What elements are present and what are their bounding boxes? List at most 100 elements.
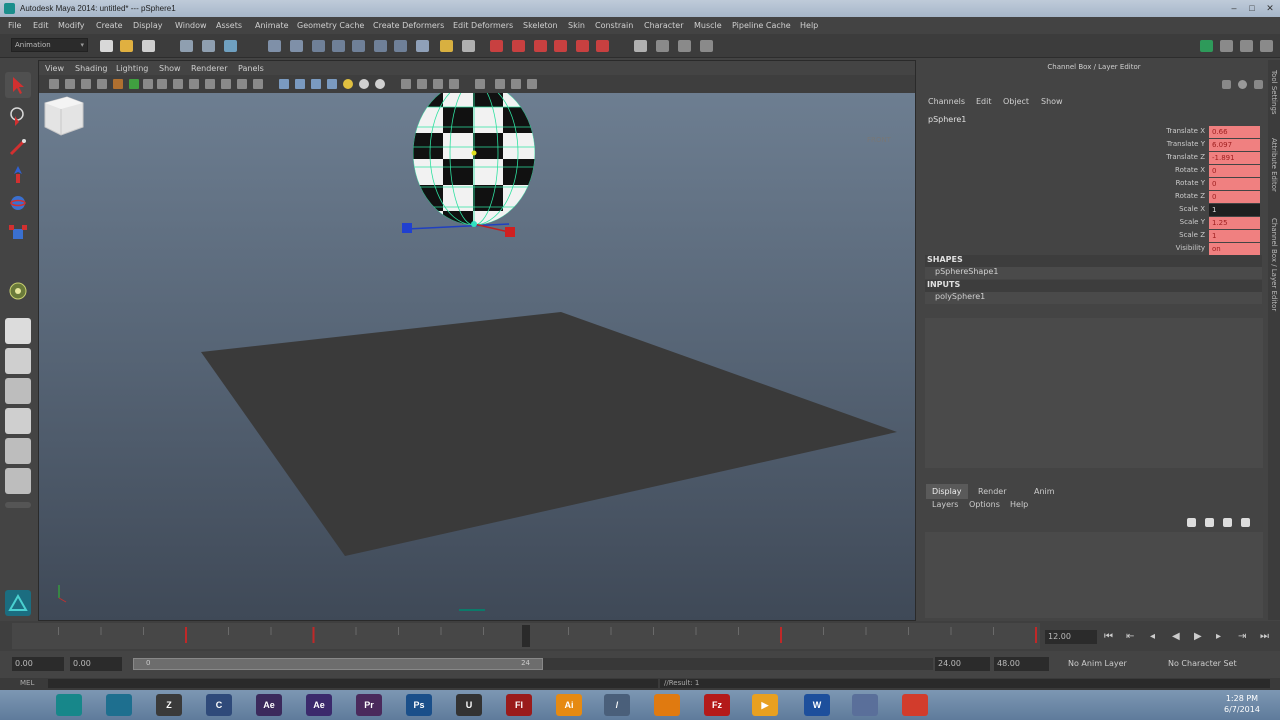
exposure-icon[interactable]	[495, 79, 505, 89]
attr-field-scale-z[interactable]: 1	[1209, 230, 1260, 242]
safe-action-icon[interactable]	[221, 79, 231, 89]
menu-create[interactable]: Create	[96, 21, 123, 30]
maximize-button[interactable]: □	[1244, 2, 1260, 14]
cb-menu-show[interactable]: Show	[1041, 97, 1063, 106]
attr-label-scale-x[interactable]: Scale X	[1102, 205, 1205, 213]
taskbar-photoshop-icon[interactable]: Ps	[406, 694, 432, 716]
select-hierarchy-icon[interactable]	[180, 40, 193, 52]
last-tool-icon[interactable]	[5, 278, 31, 304]
transform-manipulator[interactable]	[402, 221, 515, 237]
select-camera-icon[interactable]	[49, 79, 59, 89]
layer-menu-help[interactable]: Help	[1010, 500, 1028, 509]
side-tab-attribute-editor[interactable]: Attribute Editor	[1270, 138, 1278, 192]
ipr-render-icon[interactable]	[512, 40, 525, 52]
menu-constrain[interactable]: Constrain	[595, 21, 633, 30]
tool-settings-toggle-icon[interactable]	[1240, 40, 1253, 52]
render-settings-icon[interactable]	[534, 40, 547, 52]
four-pane-layout-icon[interactable]	[5, 348, 31, 374]
3d-viewport[interactable]: FRONT	[39, 93, 915, 620]
lasso-tool-icon[interactable]	[5, 104, 31, 130]
new-empty-layer-icon[interactable]	[1223, 518, 1232, 527]
taskbar-maya-2014-icon[interactable]	[106, 694, 132, 716]
taskbar-premiere-pro-icon[interactable]: Pr	[356, 694, 382, 716]
menu-pipeline-cache[interactable]: Pipeline Cache	[732, 21, 791, 30]
system-clock[interactable]: 1:28 PM 6/7/2014	[1224, 693, 1260, 715]
save-scene-icon[interactable]	[142, 40, 155, 52]
shadows-icon[interactable]	[359, 79, 369, 89]
panel-menu-shading[interactable]: Shading	[75, 64, 108, 73]
open-scene-icon[interactable]	[120, 40, 133, 52]
go-to-end-button[interactable]: ⏭	[1260, 631, 1269, 642]
cb-menu-edit[interactable]: Edit	[976, 97, 992, 106]
camera-pan-icon[interactable]	[253, 79, 263, 89]
gamma-icon[interactable]	[475, 79, 485, 89]
panel-menu-renderer[interactable]: Renderer	[191, 64, 228, 73]
layer-menu-options[interactable]: Options	[969, 500, 1000, 509]
channel-box-layer-icon[interactable]	[1238, 80, 1247, 89]
snap-curve-icon[interactable]	[290, 40, 303, 52]
menu-window[interactable]: Window	[175, 21, 207, 30]
taskbar-save-icon[interactable]	[852, 694, 878, 716]
snap-surface-icon[interactable]	[332, 40, 345, 52]
attr-field-rotate-z[interactable]: 0	[1209, 191, 1260, 203]
select-component-icon[interactable]	[224, 40, 237, 52]
keyframe-marker[interactable]	[780, 627, 782, 643]
taskbar-premiere-icon[interactable]: Ae	[306, 694, 332, 716]
shape-node-item[interactable]: pSphereShape1	[925, 267, 1262, 279]
hypershade-layout-icon[interactable]	[5, 468, 31, 494]
side-tab-channel-box[interactable]: Channel Box / Layer Editor	[1270, 218, 1278, 311]
attr-label-scale-z[interactable]: Scale Z	[1102, 231, 1205, 239]
taskbar-unity-icon[interactable]: U	[456, 694, 482, 716]
layer-editor-only-icon[interactable]	[1254, 80, 1263, 89]
bookmarks-icon[interactable]	[81, 79, 91, 89]
playback-end-field[interactable]: 24.00	[935, 657, 990, 671]
image-plane-icon[interactable]	[97, 79, 107, 89]
attr-field-visibility[interactable]: on	[1209, 243, 1260, 255]
taskbar-cinema-4d-icon[interactable]: C	[206, 694, 232, 716]
xray-icon[interactable]	[417, 79, 427, 89]
attr-label-rotate-x[interactable]: Rotate X	[1102, 166, 1205, 174]
menu-assets[interactable]: Assets	[216, 21, 242, 30]
mental-ray-icon[interactable]	[596, 40, 609, 52]
menu-edit-deformers[interactable]: Edit Deformers	[453, 21, 513, 30]
wireframe-on-shaded-icon[interactable]	[311, 79, 321, 89]
isolate-select-icon[interactable]	[401, 79, 411, 89]
menu-help[interactable]: Help	[800, 21, 818, 30]
command-input[interactable]	[48, 679, 658, 688]
close-button[interactable]: ✕	[1262, 2, 1278, 14]
menu-set-dropdown[interactable]: Animation ▾	[11, 38, 88, 52]
snap-point-icon[interactable]	[312, 40, 325, 52]
ground-plane[interactable]	[201, 312, 897, 556]
modeling-toolkit-tool-icon[interactable]	[5, 590, 31, 616]
cb-menu-channels[interactable]: Channels	[928, 97, 965, 106]
taskbar-word-icon[interactable]: W	[804, 694, 830, 716]
new-layer-from-selection-icon[interactable]	[1241, 518, 1250, 527]
panel-menu-lighting[interactable]: Lighting	[116, 64, 148, 73]
attr-field-translate-x[interactable]: 0.66	[1209, 126, 1260, 138]
time-track[interactable]	[12, 623, 1040, 649]
grid-icon[interactable]	[143, 79, 153, 89]
step-back-key-button[interactable]: ⇤	[1126, 631, 1134, 642]
hypershade-icon[interactable]	[554, 40, 567, 52]
channel-box-toggle-icon[interactable]	[1260, 40, 1273, 52]
ambient-occlusion-icon[interactable]	[375, 79, 385, 89]
side-tab-tool-settings[interactable]: Tool Settings	[1270, 70, 1278, 115]
step-back-frame-button[interactable]: ◂	[1150, 631, 1155, 642]
move-layer-down-icon[interactable]	[1205, 518, 1214, 527]
xray-components-icon[interactable]	[449, 79, 459, 89]
manipulator-x-handle[interactable]	[505, 227, 515, 237]
character-set-selector[interactable]: No Character Set	[1168, 659, 1237, 668]
sidebar-toggle-icon[interactable]	[656, 40, 669, 52]
menu-character[interactable]: Character	[644, 21, 684, 30]
select-object-icon[interactable]	[202, 40, 215, 52]
lock-icon[interactable]	[440, 40, 453, 52]
step-forward-key-button[interactable]: ⇥	[1238, 631, 1246, 642]
menu-skin[interactable]: Skin	[568, 21, 585, 30]
construction-history-icon[interactable]	[462, 40, 475, 52]
persp-graph-layout-icon[interactable]	[5, 438, 31, 464]
field-chart-icon[interactable]	[205, 79, 215, 89]
tab-anim[interactable]: Anim	[1028, 484, 1061, 499]
taskbar-vlc-icon[interactable]	[654, 694, 680, 716]
current-time-indicator[interactable]	[522, 625, 530, 647]
attr-field-scale-x[interactable]: 1	[1209, 204, 1260, 216]
